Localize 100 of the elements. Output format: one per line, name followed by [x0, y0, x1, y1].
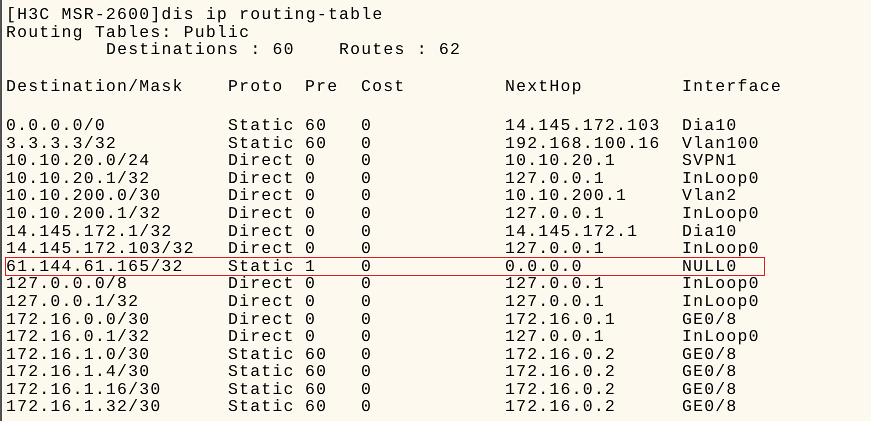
table-cell-text: 14.145.172.103	[505, 116, 662, 135]
table-cell-text: 0	[361, 275, 374, 293]
table-cell-text: NULL0	[682, 258, 739, 276]
table-cell-text: 14.145.172.1	[505, 222, 640, 240]
table-cell-text: 0	[305, 240, 318, 258]
table-cell-text: 0	[361, 292, 374, 310]
table-cell-text: Static	[228, 258, 296, 276]
table-cell-text: 10.10.20.1/32	[6, 170, 152, 188]
table-cell-text: 0	[361, 363, 374, 381]
table-cell-text: 0	[361, 398, 374, 416]
table-cell-text: Static	[228, 363, 296, 381]
table-cell-text: Direct	[228, 187, 296, 205]
table-cell-text: 127.0.0.1	[505, 275, 606, 293]
table-cell-text: SVPN1	[682, 152, 739, 170]
table-cell-text: 127.0.0.1	[505, 292, 606, 310]
table-cell-text: 3.3.3.3/32	[6, 134, 118, 152]
table-cell-text: InLoop0	[682, 240, 761, 258]
table-cell-text: 60	[305, 116, 328, 135]
table-cell-text: 0	[361, 170, 374, 188]
table-cell-text: Direct	[228, 292, 296, 310]
table-cell-text: 172.16.0.1/32	[6, 328, 152, 346]
table-cell-text: Vlan100	[682, 134, 761, 152]
table-cell-text: 0	[361, 152, 374, 170]
table-cell-text: 0	[361, 310, 374, 328]
table-cell-text: 127.0.0.1	[505, 328, 606, 346]
table-cell-text: 172.16.0.2	[505, 363, 618, 381]
column-header: NextHop	[505, 78, 584, 96]
table-cell-text: InLoop0	[682, 328, 761, 346]
table-cell-text: 127.0.0.0/8	[6, 275, 130, 293]
table-cell-text: 0	[361, 116, 374, 135]
column-header: Pre	[305, 78, 340, 96]
table-cell-text: Dia10	[682, 116, 739, 135]
table-cell-text: InLoop0	[682, 204, 761, 223]
table-cell-text: 10.10.20.1	[505, 152, 618, 170]
table-cell-text: 127.0.0.1/32	[6, 292, 140, 310]
table-cell-text: 0	[361, 204, 374, 223]
table-cell-text: Direct	[228, 310, 296, 328]
table-cell-text: 60	[305, 346, 328, 364]
table-cell-text: 10.10.200.1/32	[6, 204, 162, 223]
table-cell-text: 0.0.0.0/0	[6, 116, 107, 135]
table-cell-text: 172.16.0.2	[505, 346, 618, 364]
table-cell-text: 60	[305, 134, 328, 152]
table-cell-text: 0	[361, 187, 374, 205]
table-cell-text: 127.0.0.1	[505, 170, 606, 188]
table-cell-text: 14.145.172.103/32	[6, 240, 196, 258]
table-cell-text: 1	[305, 258, 318, 276]
routes-count: Routes : 62	[339, 41, 462, 59]
column-header: Proto	[228, 78, 285, 96]
table-cell-text: 172.16.1.4/30	[6, 363, 152, 381]
table-cell-text: Vlan2	[682, 187, 738, 205]
table-cell-text: InLoop0	[682, 292, 761, 310]
table-cell-text: InLoop0	[682, 275, 761, 293]
table-cell-text: InLoop0	[682, 170, 761, 188]
table-cell-text: 172.16.1.16/30	[6, 380, 162, 398]
column-header: Cost	[361, 78, 406, 96]
table-cell-text: Direct	[228, 152, 296, 170]
table-cell-text: 127.0.0.1	[505, 240, 606, 258]
table-cell-text: 0	[361, 222, 374, 240]
table-cell-text: Static	[228, 380, 296, 398]
table-cell-text: 61.144.61.165/32	[6, 258, 185, 276]
table-cell-text: 127.0.0.1	[505, 204, 606, 223]
table-cell-text: 0	[361, 134, 374, 152]
column-header: Interface	[682, 78, 783, 96]
table-cell-text: 0	[361, 240, 374, 258]
table-cell-text: Dia10	[682, 222, 739, 240]
table-cell-text: 0	[305, 275, 318, 293]
table-cell-text: 172.16.0.2	[505, 380, 618, 398]
table-cell-text: 192.168.100.16	[505, 134, 662, 152]
table-cell-text: GE0/8	[682, 310, 739, 328]
table-cell-text: GE0/8	[682, 398, 739, 416]
table-cell-text: 0	[361, 328, 374, 346]
table-cell-text: 172.16.0.2	[505, 398, 618, 416]
table-cell-text: 0	[305, 292, 318, 310]
table-cell-text: Static	[228, 398, 296, 416]
table-cell-text: 0	[361, 258, 374, 276]
table-cell-text: 14.145.172.1/32	[6, 222, 174, 240]
table-cell-text: 0	[305, 152, 318, 170]
table-cell-text: 60	[305, 398, 328, 416]
table-cell-text: Direct	[228, 204, 296, 223]
table-cell-text: 10.10.20.0/24	[6, 152, 152, 170]
table-cell-text: 10.10.200.1	[505, 187, 628, 205]
table-cell-text: 0	[361, 346, 374, 364]
table-cell-text: 172.16.1.0/30	[6, 346, 152, 364]
table-cell-text: 0	[305, 204, 318, 223]
table-cell-text: 0	[305, 328, 318, 346]
table-cell-text: Direct	[228, 240, 296, 258]
table-cell-text: GE0/8	[682, 380, 739, 398]
table-cell-text: GE0/8	[682, 363, 739, 381]
table-cell-text: GE0/8	[682, 346, 739, 364]
table-cell-text: 10.10.200.0/30	[6, 187, 162, 205]
table-cell-text: 172.16.0.1	[505, 310, 618, 328]
table-cell-text: 0	[305, 310, 318, 328]
table-cell-text: 172.16.1.32/30	[6, 398, 162, 416]
table-cell-text: Static	[228, 346, 296, 364]
table-cell-text: Direct	[228, 328, 296, 346]
table-title: Routing Tables: Public	[6, 22, 250, 42]
table-cell-text: 172.16.0.0/30	[6, 310, 152, 328]
command-line: [H3C MSR-2600]dis ip routing-table	[6, 5, 384, 24]
table-cell-text: 0	[361, 380, 374, 398]
table-cell-text: Direct	[228, 170, 296, 188]
